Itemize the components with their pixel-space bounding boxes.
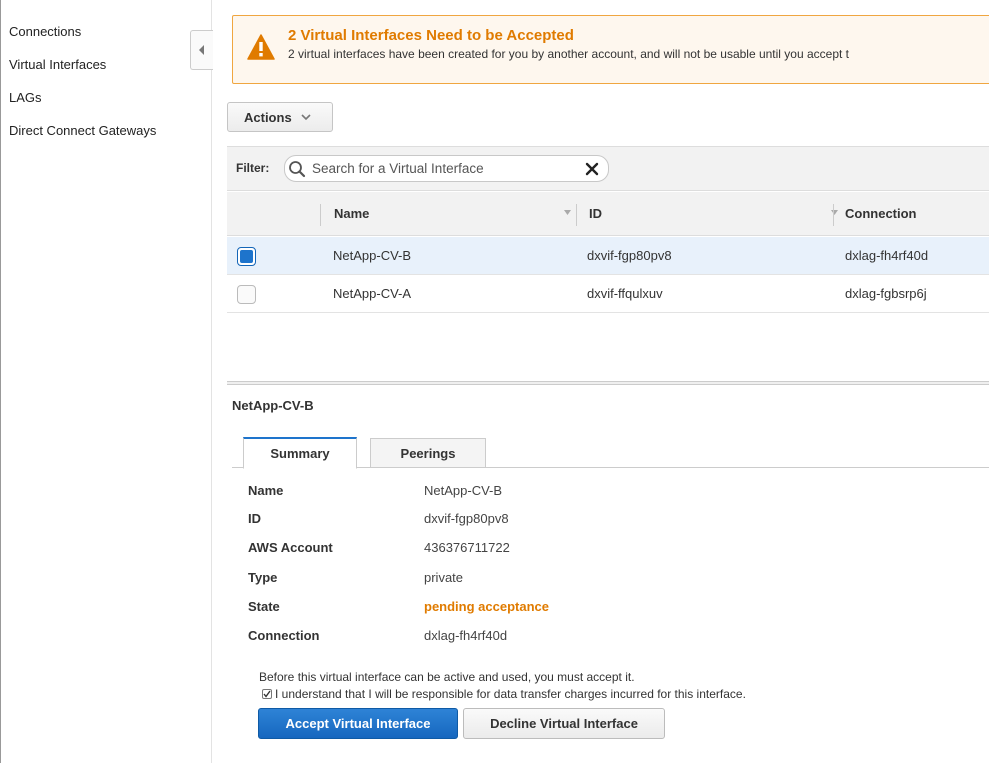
- sidebar-item-lags[interactable]: LAGs: [9, 90, 42, 105]
- sidebar-collapse-button[interactable]: [190, 30, 213, 70]
- column-divider: [833, 204, 834, 226]
- chevron-left-icon: [199, 45, 204, 55]
- close-icon[interactable]: [585, 162, 599, 176]
- field-label-type: Type: [248, 570, 278, 585]
- field-value-aws-account: 436376711722: [424, 540, 510, 555]
- search-input[interactable]: [312, 158, 572, 178]
- detail-title: NetApp-CV-B: [232, 398, 314, 413]
- accept-virtual-interface-button[interactable]: Accept Virtual Interface: [258, 708, 458, 739]
- table-row[interactable]: NetApp-CV-B dxvif-fgp80pv8 dxlag-fh4rf40…: [227, 237, 989, 275]
- alert-message: 2 virtual interfaces have been created f…: [288, 47, 850, 61]
- row-checkbox[interactable]: [237, 247, 256, 266]
- field-label-name: Name: [248, 483, 284, 498]
- field-value-name: NetApp-CV-B: [424, 483, 503, 498]
- sidebar-item-connections[interactable]: Connections: [9, 24, 81, 39]
- filter-bar: Filter:: [227, 146, 989, 191]
- field-label-connection: Connection: [248, 628, 320, 643]
- row-name: NetApp-CV-B: [333, 248, 412, 263]
- sidebar: Connections Virtual Interfaces LAGs Dire…: [0, 0, 213, 763]
- pending-acceptance-alert: 2 Virtual Interfaces Need to be Accepted…: [232, 15, 989, 84]
- sort-icon[interactable]: [564, 210, 571, 215]
- row-name: NetApp-CV-A: [333, 286, 412, 301]
- field-label-state: State: [248, 599, 280, 614]
- column-divider: [576, 204, 577, 226]
- table-header: Name ID Connection: [227, 192, 989, 236]
- row-id: dxvif-fgp80pv8: [587, 248, 672, 263]
- field-value-connection: dxlag-fh4rf40d: [424, 628, 508, 643]
- acknowledge-checkbox[interactable]: [262, 689, 272, 699]
- filter-label: Filter:: [236, 161, 270, 175]
- row-checkbox[interactable]: [237, 285, 256, 304]
- column-header-name[interactable]: Name: [334, 206, 369, 221]
- sidebar-item-direct-connect-gateways[interactable]: Direct Connect Gateways: [9, 123, 156, 138]
- field-label-id: ID: [248, 511, 261, 526]
- sidebar-item-virtual-interfaces[interactable]: Virtual Interfaces: [9, 57, 106, 72]
- acknowledge-label: I understand that I will be responsible …: [275, 687, 746, 701]
- pane-resize-handle[interactable]: [227, 381, 989, 385]
- search-icon: [289, 161, 306, 178]
- warning-icon: [247, 34, 275, 60]
- column-header-connection[interactable]: Connection: [845, 206, 917, 221]
- column-header-id[interactable]: ID: [589, 206, 602, 221]
- field-value-type: private: [424, 570, 464, 585]
- status-badge: pending acceptance: [424, 599, 549, 614]
- tab-peerings[interactable]: Peerings: [370, 438, 486, 468]
- row-connection: dxlag-fgbsrp6j: [845, 286, 927, 301]
- chevron-down-icon: [301, 114, 311, 121]
- row-id: dxvif-ffqulxuv: [587, 286, 663, 301]
- actions-label: Actions: [244, 109, 292, 125]
- actions-dropdown-button[interactable]: Actions: [227, 102, 333, 132]
- charges-acknowledgement: I understand that I will be responsible …: [262, 687, 746, 701]
- search-field: [284, 155, 609, 182]
- table-row[interactable]: NetApp-CV-A dxvif-ffqulxuv dxlag-fgbsrp6…: [227, 275, 989, 313]
- row-connection: dxlag-fh4rf40d: [845, 248, 929, 263]
- decline-virtual-interface-button[interactable]: Decline Virtual Interface: [463, 708, 665, 739]
- field-label-aws-account: AWS Account: [248, 540, 333, 555]
- tab-summary[interactable]: Summary: [243, 437, 357, 469]
- column-divider: [320, 204, 321, 226]
- alert-title: 2 Virtual Interfaces Need to be Accepted: [288, 27, 574, 44]
- acceptance-notice: Before this virtual interface can be act…: [259, 670, 635, 684]
- check-icon: [263, 690, 271, 698]
- field-value-id: dxvif-fgp80pv8: [424, 511, 509, 526]
